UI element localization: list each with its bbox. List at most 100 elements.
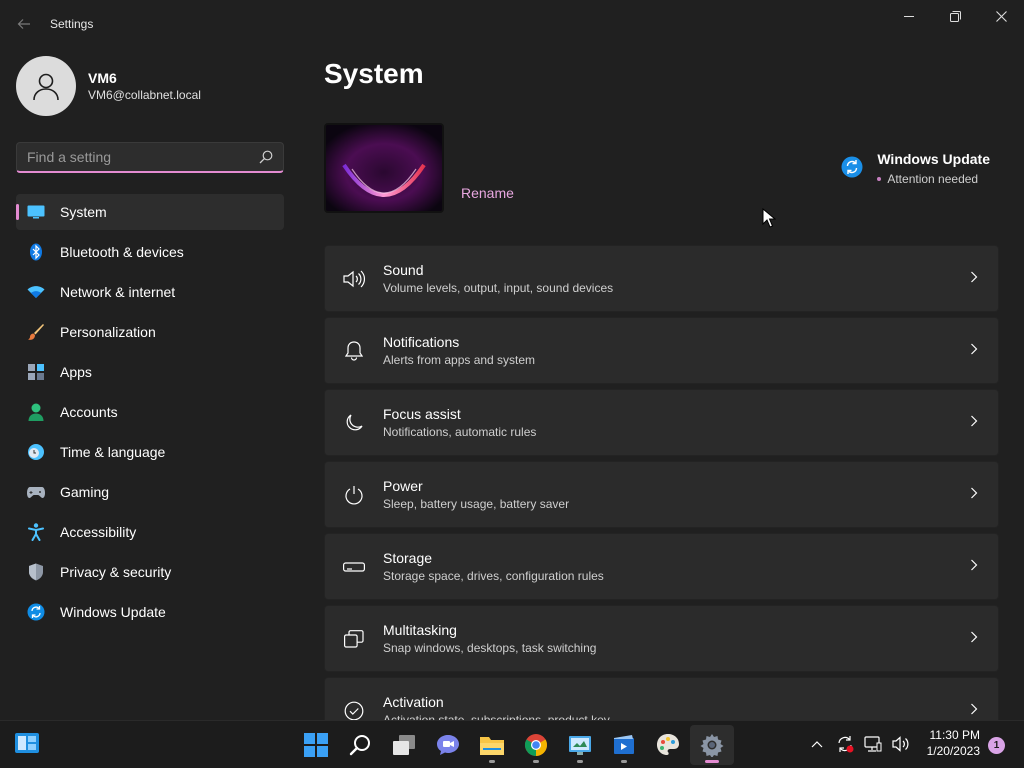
sidebar-item-bluetooth[interactable]: Bluetooth & devices bbox=[16, 234, 284, 270]
windows-update-status[interactable]: Windows Update Attention needed bbox=[841, 150, 990, 190]
volume-icon bbox=[892, 736, 909, 752]
control-panel-icon bbox=[569, 736, 591, 755]
card-power[interactable]: Power Sleep, battery usage, battery save… bbox=[324, 461, 999, 528]
accessibility-icon bbox=[26, 522, 46, 542]
profile-name: VM6 bbox=[88, 70, 117, 86]
task-view-button[interactable] bbox=[382, 725, 426, 765]
minimize-button[interactable] bbox=[886, 0, 932, 32]
settings-button[interactable] bbox=[690, 725, 734, 765]
sidebar-item-accounts[interactable]: Accounts bbox=[16, 394, 284, 430]
rename-link[interactable]: Rename bbox=[461, 185, 514, 201]
card-subtitle: Alerts from apps and system bbox=[383, 352, 536, 367]
speaker-icon bbox=[342, 267, 366, 291]
window-controls bbox=[886, 0, 1024, 32]
card-storage[interactable]: Storage Storage space, drives, configura… bbox=[324, 533, 999, 600]
start-icon bbox=[304, 733, 328, 757]
search-input[interactable] bbox=[17, 149, 247, 165]
chevron-right-icon bbox=[971, 343, 978, 355]
card-title: Power bbox=[383, 477, 423, 494]
card-multitasking[interactable]: Multitasking Snap windows, desktops, tas… bbox=[324, 605, 999, 672]
sidebar-item-label: Accessibility bbox=[60, 524, 137, 540]
close-button[interactable] bbox=[978, 0, 1024, 32]
chrome-button[interactable] bbox=[514, 725, 558, 765]
sidebar-item-accessibility[interactable]: Accessibility bbox=[16, 514, 284, 550]
taskbar-clock[interactable]: 11:30 PM 1/20/2023 bbox=[927, 727, 980, 759]
minimize-icon bbox=[904, 16, 914, 17]
sidebar-item-label: Accounts bbox=[60, 404, 118, 420]
clock-globe-icon bbox=[26, 442, 46, 462]
card-subtitle: Sleep, battery usage, battery saver bbox=[383, 496, 570, 511]
update-tray-button[interactable] bbox=[834, 733, 856, 755]
search-icon[interactable] bbox=[259, 150, 273, 169]
running-indicator bbox=[577, 760, 583, 763]
network-tray-button[interactable] bbox=[862, 733, 884, 755]
card-activation[interactable]: Activation Activation state, subscriptio… bbox=[324, 677, 999, 720]
sidebar-item-system[interactable]: System bbox=[16, 194, 284, 230]
paint-button[interactable] bbox=[646, 725, 690, 765]
taskbar-search-button[interactable] bbox=[338, 725, 382, 765]
wallpaper-image bbox=[326, 125, 442, 211]
card-notifications[interactable]: Notifications Alerts from apps and syste… bbox=[324, 317, 999, 384]
card-title: Focus assist bbox=[383, 405, 461, 422]
chevron-right-icon bbox=[971, 487, 978, 499]
chevron-right-icon bbox=[971, 415, 978, 427]
search-box[interactable] bbox=[16, 142, 284, 173]
device-wallpaper-thumbnail bbox=[324, 123, 444, 213]
volume-tray-button[interactable] bbox=[890, 733, 912, 755]
sidebar-item-label: Time & language bbox=[60, 444, 166, 460]
card-subtitle: Volume levels, output, input, sound devi… bbox=[383, 280, 614, 295]
sidebar-item-time-language[interactable]: Time & language bbox=[16, 434, 284, 470]
sidebar-item-label: Network & internet bbox=[60, 284, 176, 300]
settings-card-list: Sound Volume levels, output, input, soun… bbox=[324, 245, 999, 720]
windows-update-title: Windows Update bbox=[877, 151, 990, 167]
sidebar-item-personalization[interactable]: Personalization bbox=[16, 314, 284, 350]
widgets-button[interactable] bbox=[14, 731, 42, 759]
sidebar-item-label: Personalization bbox=[60, 324, 156, 340]
check-circle-icon bbox=[342, 699, 366, 721]
title-bar: Settings bbox=[0, 0, 1024, 48]
sidebar-item-windows-update[interactable]: Windows Update bbox=[16, 594, 284, 630]
windows-update-icon bbox=[841, 156, 863, 178]
sidebar-item-label: Bluetooth & devices bbox=[60, 244, 184, 260]
sidebar-item-apps[interactable]: Apps bbox=[16, 354, 284, 390]
card-sound[interactable]: Sound Volume levels, output, input, soun… bbox=[324, 245, 999, 312]
update-icon bbox=[26, 602, 46, 622]
running-indicator bbox=[621, 760, 627, 763]
bell-icon bbox=[342, 339, 366, 363]
sidebar-item-privacy-security[interactable]: Privacy & security bbox=[16, 554, 284, 590]
sidebar-item-network[interactable]: Network & internet bbox=[16, 274, 284, 310]
accounts-person-icon bbox=[26, 402, 46, 422]
restore-button[interactable] bbox=[932, 0, 978, 32]
card-subtitle: Activation state, subscriptions, product… bbox=[383, 712, 610, 721]
paint-icon bbox=[657, 734, 679, 755]
sidebar-item-label: Gaming bbox=[60, 484, 110, 500]
card-title: Activation bbox=[383, 693, 444, 710]
profile-email: VM6@collabnet.local bbox=[88, 88, 201, 102]
notification-badge[interactable]: 1 bbox=[988, 737, 1005, 754]
user-profile[interactable]: VM6 VM6@collabnet.local bbox=[16, 56, 201, 116]
back-arrow-icon bbox=[17, 19, 30, 29]
file-explorer-button[interactable] bbox=[470, 725, 514, 765]
chevron-right-icon bbox=[971, 271, 978, 283]
person-icon bbox=[33, 73, 59, 101]
multitask-icon bbox=[342, 627, 366, 651]
sidebar-item-label: System bbox=[60, 204, 107, 220]
start-button[interactable] bbox=[294, 725, 338, 765]
clock-date: 1/20/2023 bbox=[926, 744, 980, 758]
monitor-icon bbox=[26, 202, 46, 222]
mouse-cursor-icon bbox=[762, 208, 776, 228]
app-title: Settings bbox=[50, 17, 94, 31]
sidebar-nav: System Bluetooth & devices Network & int… bbox=[16, 194, 284, 634]
bluetooth-icon bbox=[26, 242, 46, 262]
sidebar-item-gaming[interactable]: Gaming bbox=[16, 474, 284, 510]
chat-button[interactable] bbox=[426, 725, 470, 765]
running-indicator bbox=[705, 760, 719, 763]
show-hidden-icons-button[interactable] bbox=[806, 733, 828, 755]
search-icon bbox=[349, 735, 370, 756]
control-panel-button[interactable] bbox=[558, 725, 602, 765]
system-tray bbox=[806, 733, 912, 755]
back-button[interactable] bbox=[12, 12, 36, 36]
movie-maker-button[interactable] bbox=[602, 725, 646, 765]
status-dot bbox=[877, 176, 882, 181]
card-focus-assist[interactable]: Focus assist Notifications, automatic ru… bbox=[324, 389, 999, 456]
